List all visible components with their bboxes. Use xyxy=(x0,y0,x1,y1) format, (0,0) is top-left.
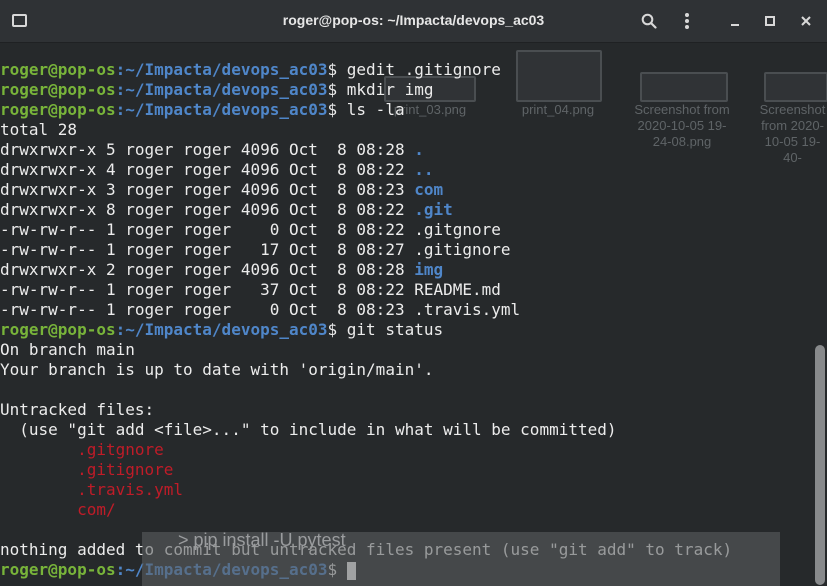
ls-entry-name: . xyxy=(414,140,424,159)
ls-entry-meta: drwxrwxr-x 2 roger roger 4096 Oct 8 08:2… xyxy=(0,260,415,279)
ls-entry-name: .. xyxy=(414,160,434,179)
ls-entry: drwxrwxr-x 4 roger roger 4096 Oct 8 08:2… xyxy=(0,160,827,180)
ls-entry: drwxrwxr-x 3 roger roger 4096 Oct 8 08:2… xyxy=(0,180,827,200)
ls-entry-meta: drwxrwxr-x 5 roger roger 4096 Oct 8 08:2… xyxy=(0,140,415,159)
ls-entry-name: com xyxy=(414,180,444,199)
untracked-file: .travis.yml xyxy=(0,480,184,499)
ls-entry-meta: -rw-rw-r-- 1 roger roger 37 Oct 8 08:22 xyxy=(0,280,415,299)
untracked-file: .gitgnore xyxy=(0,440,164,459)
command-text: git status xyxy=(346,320,444,339)
prompt-symbol: $ xyxy=(327,60,347,79)
minimize-icon xyxy=(731,24,739,26)
menu-dots-icon xyxy=(685,13,689,29)
prompt-user: roger@pop-os xyxy=(0,60,116,79)
untracked-file: .gitignore xyxy=(0,460,174,479)
ls-total: total 28 xyxy=(0,120,78,139)
ls-entry-name: README.md xyxy=(414,280,501,299)
ls-entry-name: .gitignore xyxy=(414,240,511,259)
ls-entry-meta: drwxrwxr-x 3 roger roger 4096 Oct 8 08:2… xyxy=(0,180,415,199)
ls-entry-name: img xyxy=(414,260,444,279)
close-button[interactable] xyxy=(795,10,817,32)
search-button[interactable] xyxy=(638,10,660,32)
maximize-icon xyxy=(765,16,775,26)
ls-entry: -rw-rw-r-- 1 roger roger 17 Oct 8 08:27 … xyxy=(0,240,827,260)
ls-entry-meta: drwxrwxr-x 4 roger roger 4096 Oct 8 08:2… xyxy=(0,160,415,179)
ls-entry: drwxrwxr-x 8 roger roger 4096 Oct 8 08:2… xyxy=(0,200,827,220)
prompt-user: roger@pop-os xyxy=(0,100,116,119)
ls-entry-name: .travis.yml xyxy=(414,300,521,319)
prompt-path: :~/Impacta/devops_ac03 xyxy=(115,100,328,119)
maximize-button[interactable] xyxy=(759,10,781,32)
ls-entry-meta: drwxrwxr-x 8 roger roger 4096 Oct 8 08:2… xyxy=(0,200,415,219)
ls-entry: -rw-rw-r-- 1 roger roger 37 Oct 8 08:22 … xyxy=(0,280,827,300)
ls-entry: -rw-rw-r-- 1 roger roger 0 Oct 8 08:22 .… xyxy=(0,220,827,240)
prompt-line: roger@pop-os:~/Impacta/devops_ac03$ ls -… xyxy=(0,100,827,120)
git-untracked-header: Untracked files: xyxy=(0,400,155,419)
git-hint-line: (use "git add <file>..." to include in w… xyxy=(0,420,617,439)
git-uptodate-line: Your branch is up to date with 'origin/m… xyxy=(0,360,434,379)
prompt-symbol: $ xyxy=(327,100,347,119)
ls-entry: drwxrwxr-x 2 roger roger 4096 Oct 8 08:2… xyxy=(0,260,827,280)
prompt-symbol: $ xyxy=(327,320,347,339)
prompt-path: :~/Impacta/devops_ac03 xyxy=(115,320,328,339)
header-bar: roger@pop-os: ~/Impacta/devops_ac03 xyxy=(0,0,827,43)
prompt-line: roger@pop-os:~/Impacta/devops_ac03$ gedi… xyxy=(0,60,827,80)
search-icon xyxy=(641,13,657,29)
menu-button[interactable] xyxy=(676,10,698,32)
ls-entry-name: .git xyxy=(414,200,453,219)
scrollbar-thumb[interactable] xyxy=(815,345,825,585)
close-icon xyxy=(801,16,811,26)
ls-entry: -rw-rw-r-- 1 roger roger 0 Oct 8 08:23 .… xyxy=(0,300,827,320)
prompt-line: roger@pop-os:~/Impacta/devops_ac03$ git … xyxy=(0,320,827,340)
command-text: mkdir img xyxy=(346,80,434,99)
command-text: ls -la xyxy=(346,100,405,119)
git-branch-line: On branch main xyxy=(0,340,135,359)
prompt-user: roger@pop-os xyxy=(0,320,116,339)
prompt-path: :~/Impacta/devops_ac03 xyxy=(115,60,328,79)
prompt-user: roger@pop-os xyxy=(0,560,116,579)
prompt-path: :~/Impacta/devops_ac03 xyxy=(115,80,328,99)
prompt-user: roger@pop-os xyxy=(0,80,116,99)
ls-entry-name: .gitgnore xyxy=(414,220,501,239)
background-overlay-text: > pip install -U pytest xyxy=(178,530,346,550)
command-text: gedit .gitignore xyxy=(346,60,501,79)
ls-entry-meta: -rw-rw-r-- 1 roger roger 0 Oct 8 08:23 xyxy=(0,300,415,319)
ls-entry-meta: -rw-rw-r-- 1 roger roger 0 Oct 8 08:22 xyxy=(0,220,415,239)
prompt-symbol: $ xyxy=(327,80,347,99)
prompt-line: roger@pop-os:~/Impacta/devops_ac03$ mkdi… xyxy=(0,80,827,100)
ls-entry: drwxrwxr-x 5 roger roger 4096 Oct 8 08:2… xyxy=(0,140,827,160)
window-title: roger@pop-os: ~/Impacta/devops_ac03 xyxy=(282,12,545,28)
terminal-output[interactable]: roger@pop-os:~/Impacta/devops_ac03$ gedi… xyxy=(0,60,827,580)
untracked-file: com/ xyxy=(0,500,116,519)
minimize-button[interactable] xyxy=(724,10,746,32)
ls-entry-meta: -rw-rw-r-- 1 roger roger 17 Oct 8 08:27 xyxy=(0,240,415,259)
